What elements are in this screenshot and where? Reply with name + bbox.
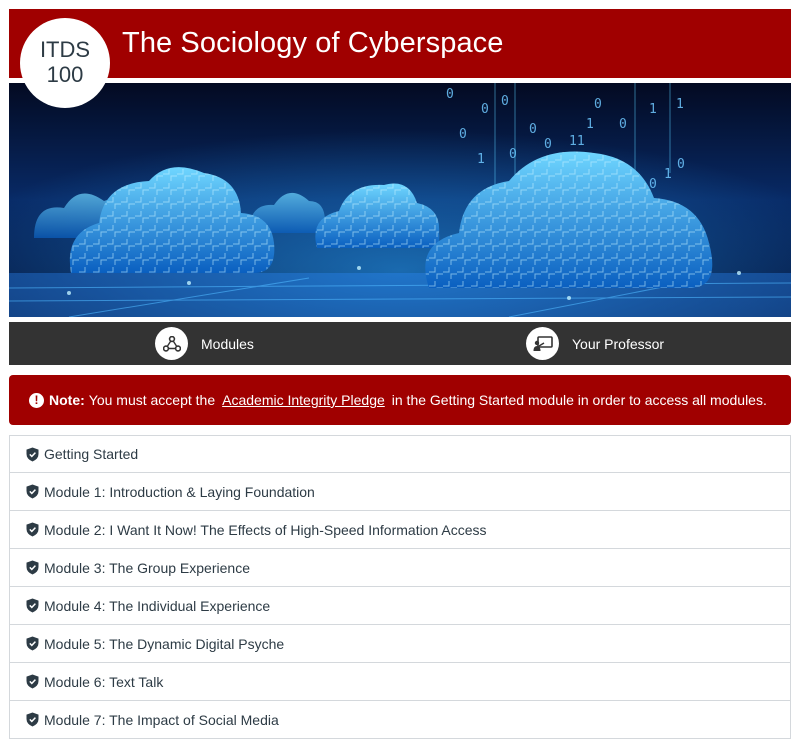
shield-check-icon [26, 674, 39, 689]
svg-text:0: 0 [677, 157, 685, 172]
svg-text:1: 1 [586, 117, 594, 132]
svg-text:0: 0 [619, 117, 627, 132]
module-item-label: Module 1: Introduction & Laying Foundati… [44, 483, 315, 500]
svg-text:11: 11 [569, 134, 585, 149]
svg-text:1: 1 [649, 102, 657, 117]
module-item-2[interactable]: Module 2: I Want It Now! The Effects of … [9, 511, 791, 549]
module-item-getting-started[interactable]: Getting Started [9, 435, 791, 473]
svg-text:0: 0 [529, 122, 537, 137]
course-header: The Sociology of Cyberspace [9, 9, 791, 78]
module-item-4[interactable]: Module 4: The Individual Experience [9, 587, 791, 625]
course-nav-bar: Modules Your Professor [9, 322, 791, 365]
shield-check-icon [26, 447, 39, 461]
svg-text:1: 1 [676, 97, 684, 112]
shield-check-icon [26, 560, 39, 575]
module-item-label: Module 3: The Group Experience [44, 559, 250, 576]
note-text-before: You must accept the [88, 392, 216, 408]
svg-text:1: 1 [477, 152, 485, 167]
module-item-7[interactable]: Module 7: The Impact of Social Media [9, 701, 791, 739]
presenter-icon [526, 327, 559, 360]
note-prefix: Note: [49, 392, 85, 408]
module-item-label: Module 2: I Want It Now! The Effects of … [44, 521, 487, 538]
module-item-label: Module 5: The Dynamic Digital Psyche [44, 635, 285, 652]
module-item-5[interactable]: Module 5: The Dynamic Digital Psyche [9, 625, 791, 663]
shield-check-icon [26, 636, 39, 651]
nav-professor-label: Your Professor [572, 335, 665, 352]
module-item-3[interactable]: Module 3: The Group Experience [9, 549, 791, 587]
banner-image: 000 000 011 100 1111 000 [9, 83, 791, 317]
module-item-label: Module 6: Text Talk [44, 673, 164, 690]
academic-integrity-pledge-link[interactable]: Academic Integrity Pledge [222, 392, 385, 408]
course-code-number: 100 [46, 62, 84, 87]
course-title: The Sociology of Cyberspace [122, 27, 504, 59]
module-item-label: Module 4: The Individual Experience [44, 597, 271, 614]
svg-text:0: 0 [459, 127, 467, 142]
shield-check-icon [26, 484, 39, 499]
svg-text:0: 0 [446, 87, 454, 102]
module-item-label: Module 7: The Impact of Social Media [44, 711, 279, 728]
svg-text:0: 0 [544, 137, 552, 152]
svg-text:0: 0 [481, 102, 489, 117]
module-item-label: Getting Started [44, 446, 139, 462]
module-item-6[interactable]: Module 6: Text Talk [9, 663, 791, 701]
nav-professor-button[interactable]: Your Professor [526, 327, 665, 360]
nav-modules-label: Modules [201, 335, 254, 352]
modules-list: Getting Started Module 1: Introduction &… [9, 435, 791, 739]
shield-check-icon [26, 712, 39, 727]
svg-text:0: 0 [501, 94, 509, 109]
integrity-note-banner: ! Note: You must accept the Academic Int… [9, 375, 791, 425]
nav-modules-button[interactable]: Modules [155, 327, 254, 360]
course-code-prefix: ITDS [39, 37, 91, 62]
note-text-after: in the Getting Started module in order t… [391, 392, 767, 408]
shield-check-icon [26, 522, 39, 537]
svg-text:0: 0 [594, 97, 602, 112]
module-item-1[interactable]: Module 1: Introduction & Laying Foundati… [9, 473, 791, 511]
course-code-badge: ITDS 100 [20, 18, 110, 108]
modules-network-icon [155, 327, 188, 360]
shield-check-icon [26, 598, 39, 613]
exclamation-circle-icon: ! [29, 392, 44, 408]
